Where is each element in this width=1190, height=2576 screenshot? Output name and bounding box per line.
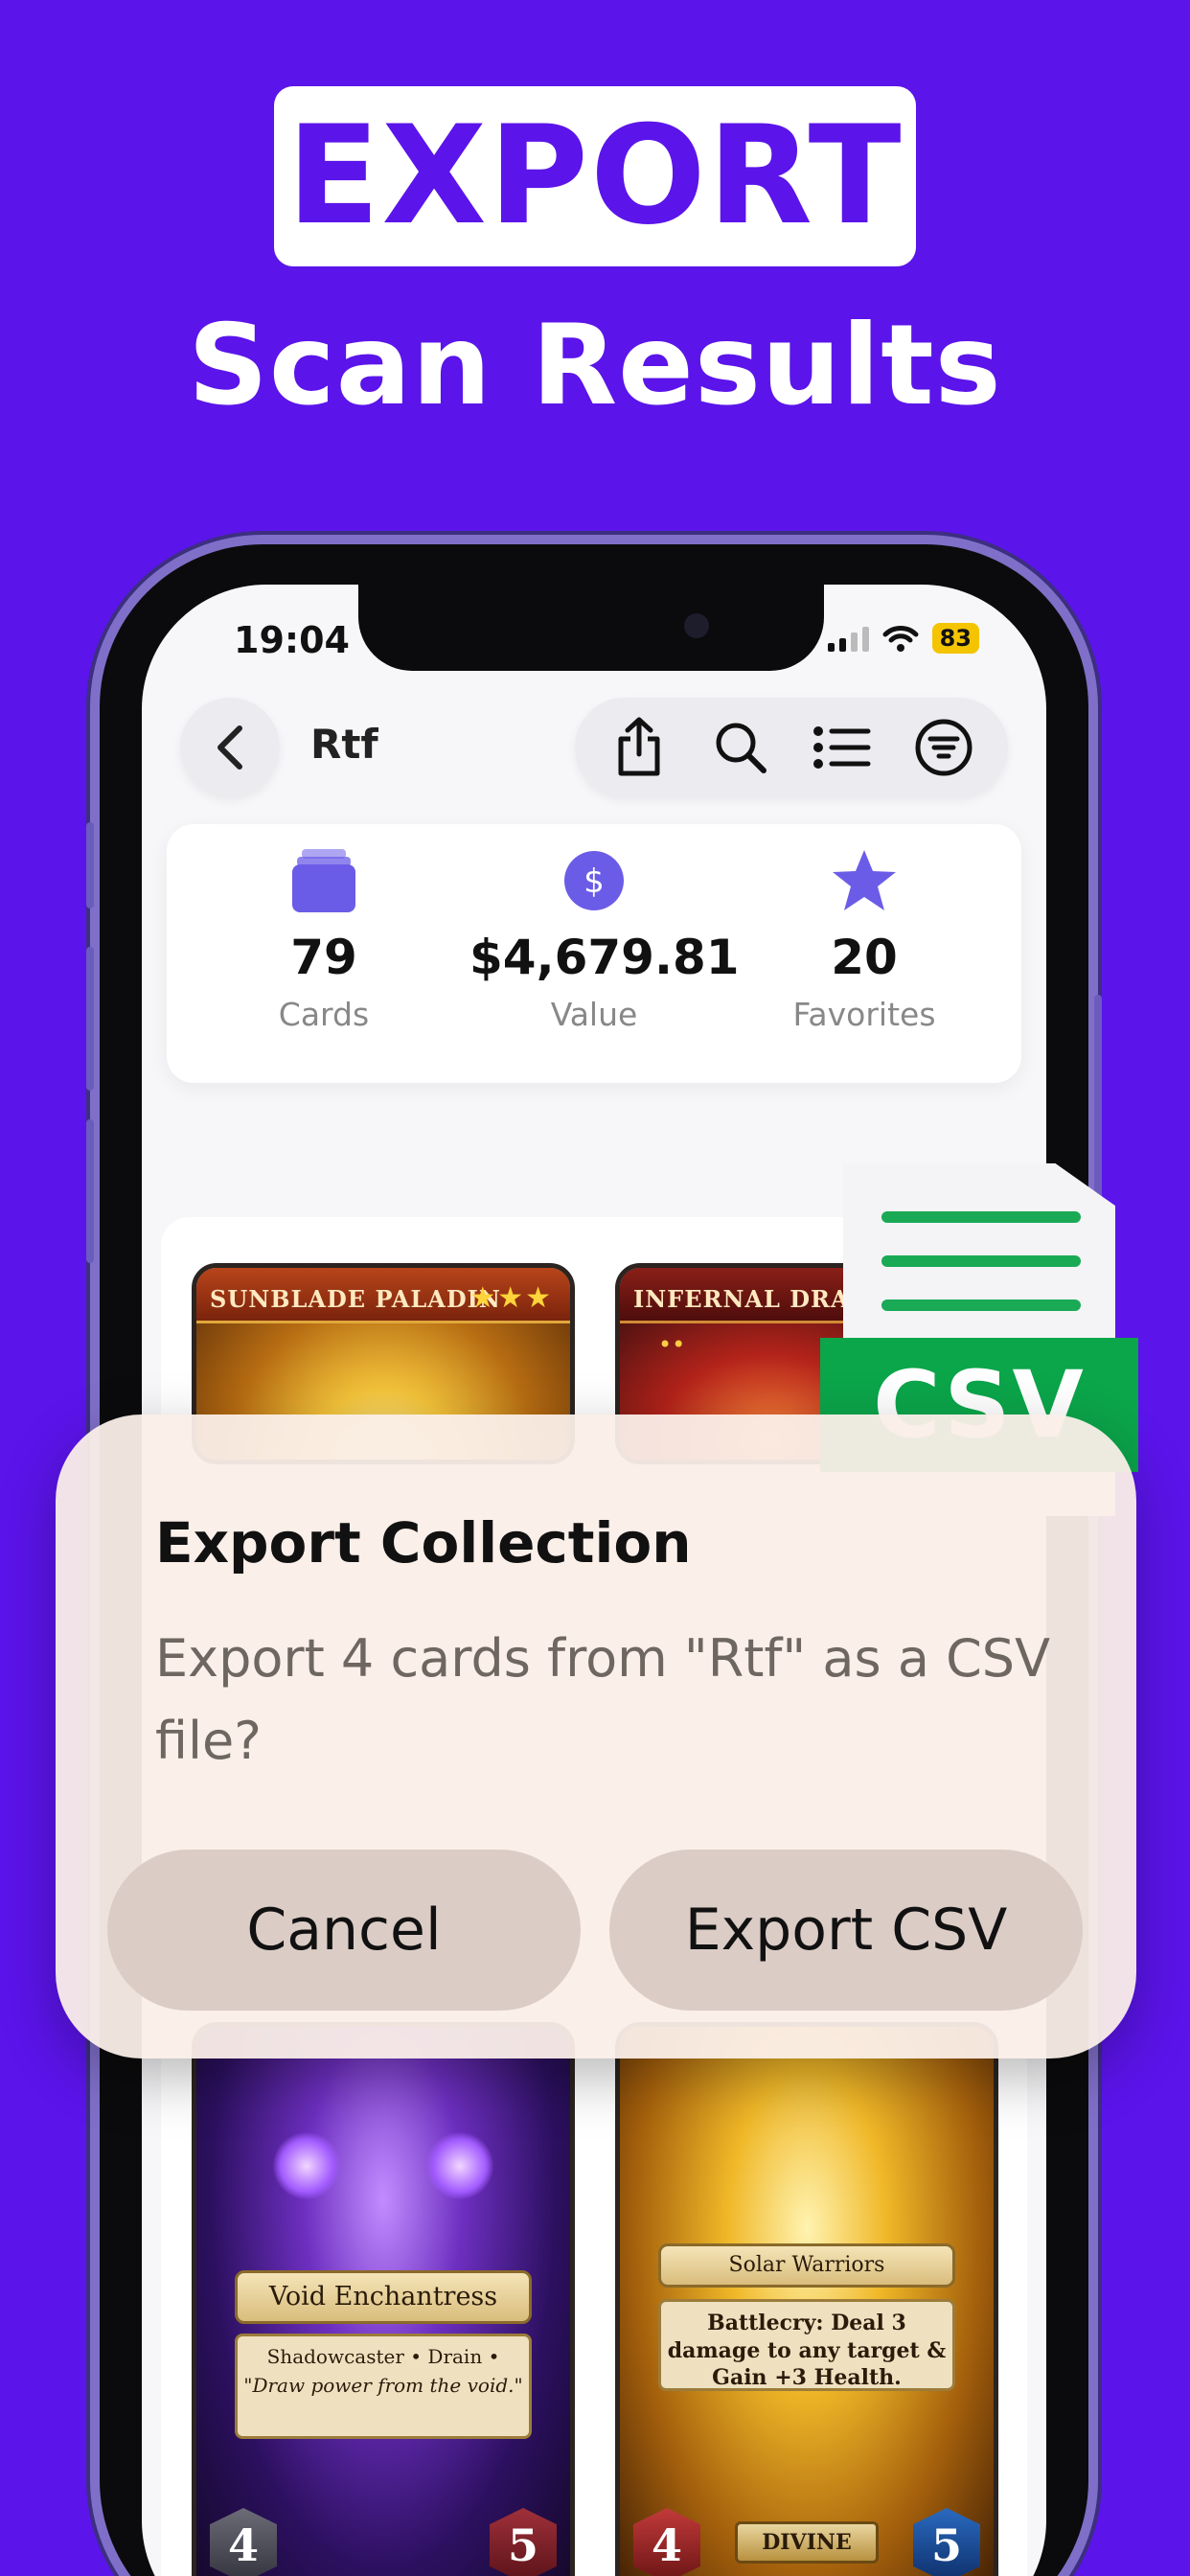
collection-title: Rtf (310, 721, 378, 768)
share-button[interactable] (601, 709, 677, 786)
status-time: 19:04 (234, 619, 350, 661)
dollar-icon: $ (564, 851, 624, 910)
battery-indicator: 83 (931, 623, 979, 654)
cancel-button[interactable]: Cancel (107, 1850, 581, 2011)
stat-favorites: 20 Favorites (740, 847, 989, 1033)
stat-favorites-label: Favorites (792, 996, 936, 1033)
card-name: SUNBLADE PALADIN (210, 1285, 501, 1313)
card-solar-warriors[interactable]: Solar Warriors Battlecry: Deal 3 damage … (615, 2022, 998, 2576)
nav-toolbar (575, 698, 1008, 797)
card-tag: DIVINE (735, 2521, 879, 2564)
phone-mute-switch (86, 822, 94, 908)
void-orb-right (426, 2132, 493, 2199)
card-flavor-text: "Draw power from the void." (243, 2374, 523, 2397)
camera-dot (684, 613, 709, 638)
star-icon (833, 850, 896, 910)
stat-value-amount: $4,679.81 (469, 930, 740, 985)
csv-doc-line (881, 1300, 1081, 1311)
stat-cards: 79 Cards (199, 847, 448, 1033)
filter-icon (915, 719, 973, 776)
export-alert-dialog: Export Collection Export 4 cards from "R… (56, 1414, 1136, 2058)
headline-badge: EXPORT (274, 86, 916, 266)
share-icon (618, 717, 660, 776)
list-icon (813, 726, 871, 769)
export-csv-button[interactable]: Export CSV (609, 1850, 1083, 2011)
stat-cards-label: Cards (278, 996, 370, 1033)
stat-value: $ $4,679.81 Value (469, 847, 740, 1033)
stat-favorites-value: 20 (831, 930, 898, 985)
search-icon (716, 723, 767, 773)
filter-button[interactable] (905, 709, 982, 786)
headline-subtitle: Scan Results (188, 301, 1002, 430)
card-rarity-dots: •• (658, 1331, 686, 1358)
void-orb-left (273, 2132, 340, 2199)
alert-message: Export 4 cards from "Rtf" as a CSV file? (155, 1628, 1051, 1771)
card-void-enchantress[interactable]: Void Enchantress Shadowcaster • Drain • … (192, 2022, 575, 2576)
wifi-icon (882, 626, 919, 652)
svg-text:$: $ (584, 862, 605, 901)
phone-volume-down (86, 1119, 94, 1263)
card-name-plate: Void Enchantress (235, 2270, 532, 2324)
search-button[interactable] (702, 709, 779, 786)
cellular-signal-icon (827, 625, 869, 652)
headline-badge-text: EXPORT (286, 97, 904, 255)
dynamic-island (358, 585, 824, 671)
phone-volume-up (86, 947, 94, 1091)
stat-cards-value: 79 (290, 930, 357, 985)
cards-stack-icon (292, 849, 355, 912)
stat-value-label: Value (550, 996, 638, 1033)
card-text-box: Shadowcaster • Drain • "Draw power from … (235, 2334, 532, 2439)
back-button[interactable] (180, 698, 280, 797)
card-text-box: Battlecry: Deal 3 damage to any target &… (658, 2299, 955, 2391)
csv-doc-line (881, 1211, 1081, 1223)
alert-title: Export Collection (155, 1510, 692, 1576)
back-chevron-icon (217, 725, 242, 770)
card-name-plate: Solar Warriors (658, 2243, 955, 2288)
card-type-line: Shadowcaster • Drain • (266, 2345, 500, 2368)
list-view-button[interactable] (804, 709, 881, 786)
collection-stats-card: 79 Cards $ $4,679.81 Value 20 Favorites (167, 824, 1021, 1083)
csv-doc-line (881, 1255, 1081, 1267)
status-icons: 83 (827, 623, 979, 654)
card-rarity-stars: ★★★ (469, 1281, 553, 1315)
